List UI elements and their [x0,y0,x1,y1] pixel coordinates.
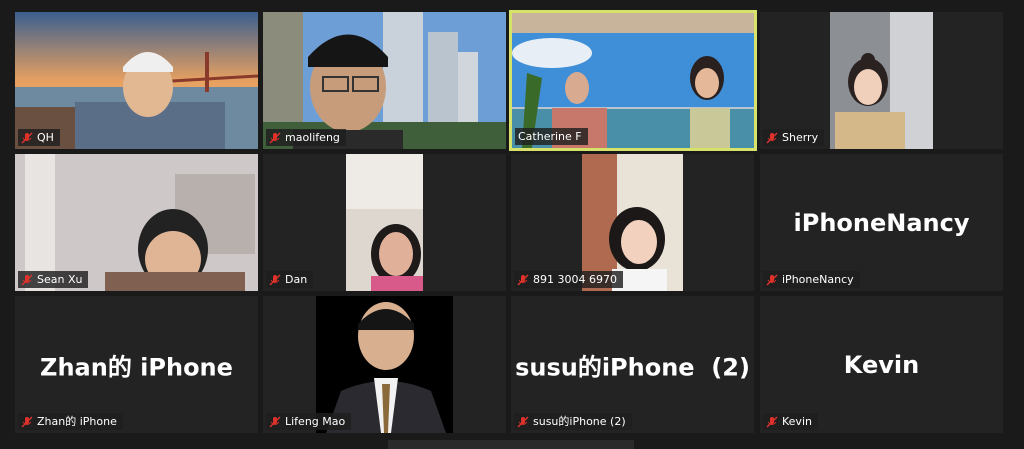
mic-muted-icon [21,416,33,427]
participant-tile-sean-xu[interactable]: Sean Xu [15,154,258,291]
participant-name-label: Catherine F [515,128,588,145]
mic-muted-icon [269,274,281,285]
participant-tile-maolifeng[interactable]: maolifeng [263,12,506,149]
participant-name: iPhoneNancy [782,273,854,286]
participant-tile-zhan-iphone[interactable]: Zhan的 iPhone Zhan的 iPhone [15,296,258,433]
participant-name: susu的iPhone (2) [533,415,626,428]
participant-tile-kevin[interactable]: Kevin Kevin [760,296,1003,433]
mic-muted-icon [269,416,281,427]
participant-name: Zhan的 iPhone [37,415,117,428]
participant-name: Lifeng Mao [285,415,346,428]
mic-muted-icon [269,132,281,143]
participant-display-name: Kevin [843,350,920,379]
participant-name: Catherine F [518,130,582,143]
participant-name: 891 3004 6970 [533,273,617,286]
participant-tile-sherry[interactable]: Sherry [760,12,1003,149]
participant-tile-dan[interactable]: Dan [263,154,506,291]
participant-name: maolifeng [285,131,340,144]
participant-name-label: susu的iPhone (2) [514,413,632,430]
mic-muted-icon [517,416,529,427]
participant-name-label: Sean Xu [18,271,89,288]
participant-name-label: Lifeng Mao [266,413,352,430]
participant-name-label: iPhoneNancy [763,271,860,288]
participant-name: QH [37,131,54,144]
participant-tile-891-3004-6970[interactable]: 891 3004 6970 [511,154,754,291]
participant-display-name: susu的iPhone (2) [515,353,750,381]
mic-muted-icon [766,132,778,143]
participant-name: Dan [285,273,308,286]
mic-muted-icon [517,274,529,285]
video-feed-dan [346,154,423,291]
meeting-toolbar-edge [388,440,634,449]
participant-tile-catherine-f[interactable]: Catherine F [509,10,757,151]
mic-muted-icon [766,274,778,285]
participant-tile-iphonenancy[interactable]: iPhoneNancy iPhoneNancy [760,154,1003,291]
mic-muted-icon [21,274,33,285]
participant-name: Sean Xu [37,273,83,286]
participant-name-label: QH [18,129,60,146]
participant-name-label: 891 3004 6970 [514,271,623,288]
participant-name: Kevin [782,415,812,428]
participant-tile-susu-iphone-2[interactable]: susu的iPhone (2) susu的iPhone (2) [511,296,754,433]
participant-tile-qh[interactable]: QH [15,12,258,149]
participant-name-label: Zhan的 iPhone [18,413,123,430]
participant-name-label: maolifeng [266,129,346,146]
participant-name-label: Kevin [763,413,818,430]
mic-muted-icon [21,132,33,143]
participant-display-name: Zhan的 iPhone [40,353,233,381]
video-feed-sherry [830,12,933,149]
participant-display-name: iPhoneNancy [793,208,970,237]
participant-tile-lifeng-mao[interactable]: Lifeng Mao [263,296,506,433]
participant-name-label: Sherry [763,129,825,146]
participant-name-label: Dan [266,271,314,288]
mic-muted-icon [766,416,778,427]
participant-name: Sherry [782,131,819,144]
